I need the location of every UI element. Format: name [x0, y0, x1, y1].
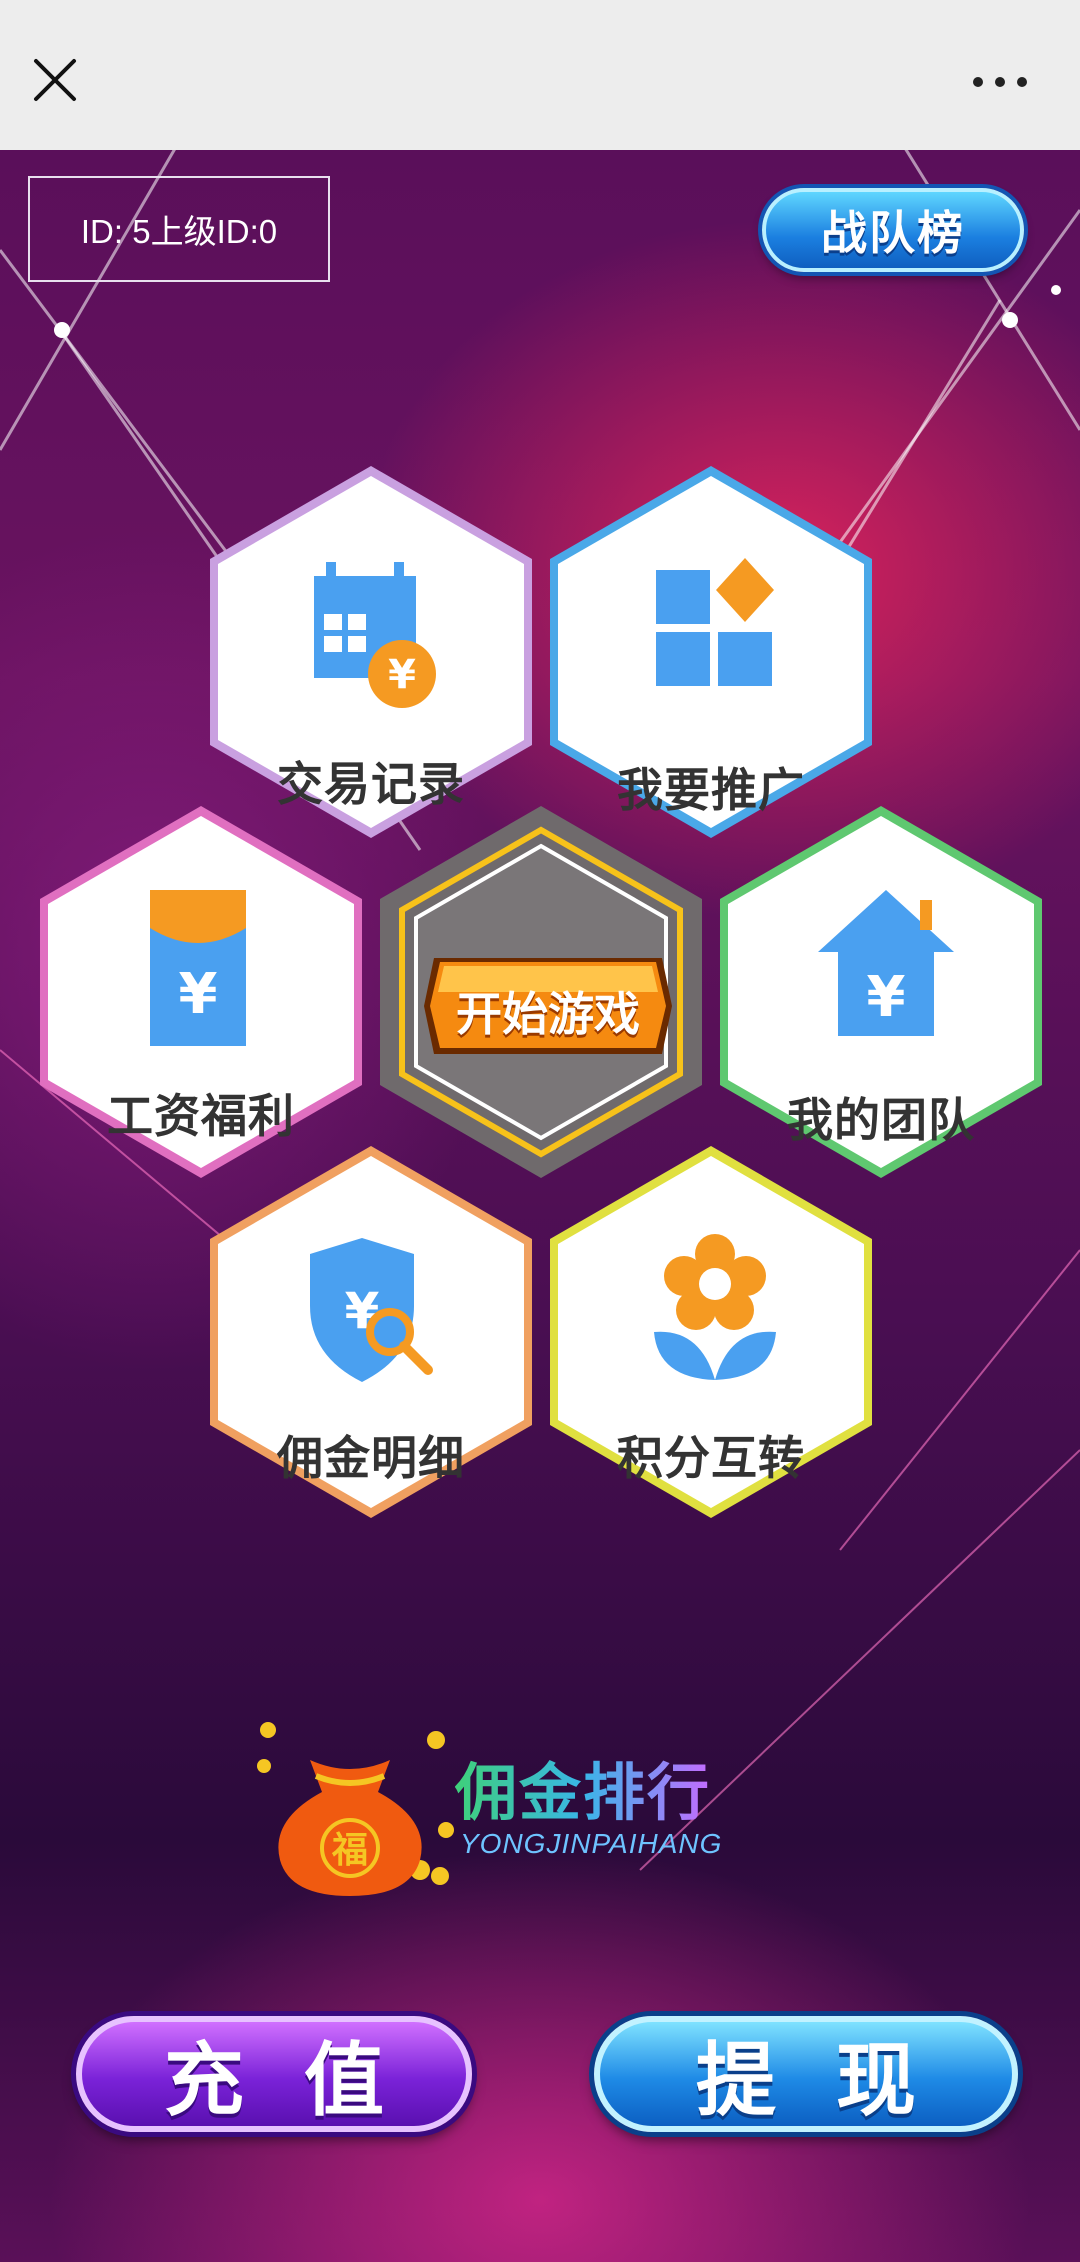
withdraw-button[interactable]: 提现 — [594, 2016, 1018, 2132]
team-ranking-button[interactable]: 战队榜 — [762, 188, 1024, 272]
promote-tile[interactable]: 我要推广 — [546, 462, 876, 842]
points-transfer-label: 积分互转 — [617, 1431, 805, 1485]
svg-text:¥: ¥ — [179, 962, 218, 1027]
commission-detail-label: 佣金明细 — [277, 1431, 465, 1485]
bag-character: 福 — [331, 1830, 368, 1871]
salary-benefit-tile[interactable]: ¥ 工资福利 — [36, 802, 366, 1182]
shield-search-icon: ¥ — [310, 1238, 433, 1382]
grid-diamond-icon — [656, 558, 774, 686]
start-game-button[interactable]: 开始游戏 — [420, 952, 676, 1060]
recharge-button[interactable]: 充值 — [76, 2016, 472, 2132]
flower-icon — [654, 1234, 776, 1380]
game-stage: ID: 5上级ID:0 战队榜 ¥ 交易记录 我要推广 ¥ 工资福利 开始游戏 … — [0, 150, 1080, 2262]
svg-text:¥: ¥ — [345, 1282, 380, 1340]
start-game-label: 开始游戏 — [456, 987, 640, 1041]
transaction-record-tile[interactable]: ¥ 交易记录 — [206, 462, 536, 842]
points-transfer-tile[interactable]: 积分互转 — [546, 1142, 876, 1522]
svg-text:¥: ¥ — [388, 652, 416, 698]
red-envelope-icon: ¥ — [150, 890, 246, 1046]
calendar-yuan-icon: ¥ — [314, 562, 436, 708]
commission-ranking-subtitle: YONGJINPAIHANG — [460, 1828, 723, 1859]
commission-ranking-title: 佣金排行 — [455, 1742, 711, 1832]
money-bag-icon: 福 — [257, 1722, 454, 1896]
commission-ranking-banner[interactable]: 福 佣金排行 YONGJINPAIHANG — [250, 1720, 810, 1900]
my-team-label: 我的团队 — [787, 1093, 975, 1147]
close-icon[interactable] — [30, 55, 80, 105]
more-icon[interactable] — [970, 72, 1030, 92]
svg-text:¥: ¥ — [867, 965, 906, 1030]
user-id-display: ID: 5上级ID:0 — [28, 176, 330, 282]
commission-detail-tile[interactable]: ¥ 佣金明细 — [206, 1142, 536, 1522]
background-light-rays — [0, 150, 1080, 1871]
top-bar — [0, 0, 1080, 150]
my-team-tile[interactable]: ¥ 我的团队 — [716, 802, 1046, 1182]
house-yuan-icon: ¥ — [818, 890, 954, 1036]
salary-benefit-label: 工资福利 — [107, 1089, 295, 1143]
